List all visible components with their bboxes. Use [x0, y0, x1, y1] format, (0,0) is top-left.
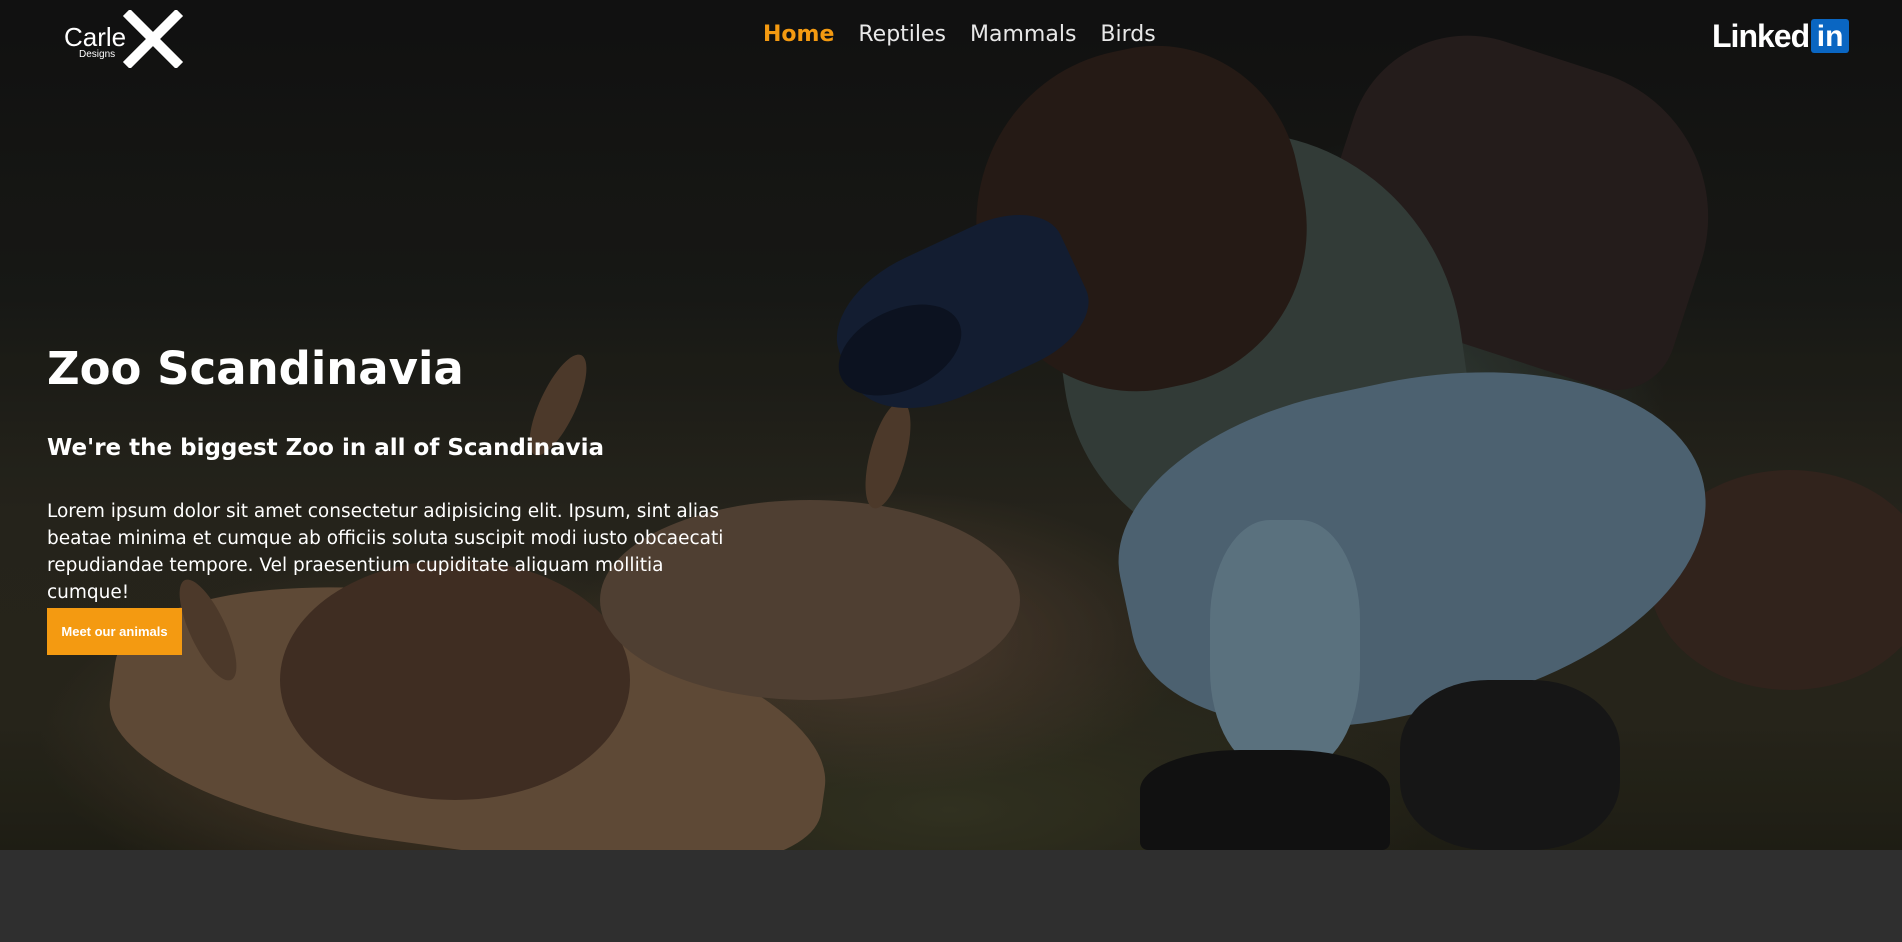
nav-reptiles[interactable]: Reptiles — [858, 22, 946, 47]
logo-subtext: Designs — [79, 49, 116, 60]
nav-mammals[interactable]: Mammals — [970, 22, 1076, 47]
meet-animals-button[interactable]: Meet our animals — [47, 608, 182, 655]
page-bottom-band — [0, 850, 1902, 942]
site-logo[interactable]: Carle Designs — [64, 10, 184, 70]
linkedin-wordmark: Linked — [1712, 18, 1810, 54]
hero-description: Lorem ipsum dolor sit amet consectetur a… — [47, 501, 724, 603]
hero-title: Zoo Scandinavia — [47, 342, 464, 395]
hero-subtitle: We're the biggest Zoo in all of Scandina… — [47, 435, 605, 461]
linkedin-logo-link[interactable]: Linked in — [1712, 18, 1850, 54]
logo-x-icon — [122, 10, 184, 68]
nav-home[interactable]: Home — [763, 22, 834, 47]
nav-birds[interactable]: Birds — [1100, 22, 1155, 47]
linkedin-icon: in — [1811, 19, 1850, 53]
main-nav: Home Reptiles Mammals Birds — [763, 22, 1156, 47]
hero-overlay — [0, 0, 1902, 850]
hero-section — [0, 0, 1902, 850]
